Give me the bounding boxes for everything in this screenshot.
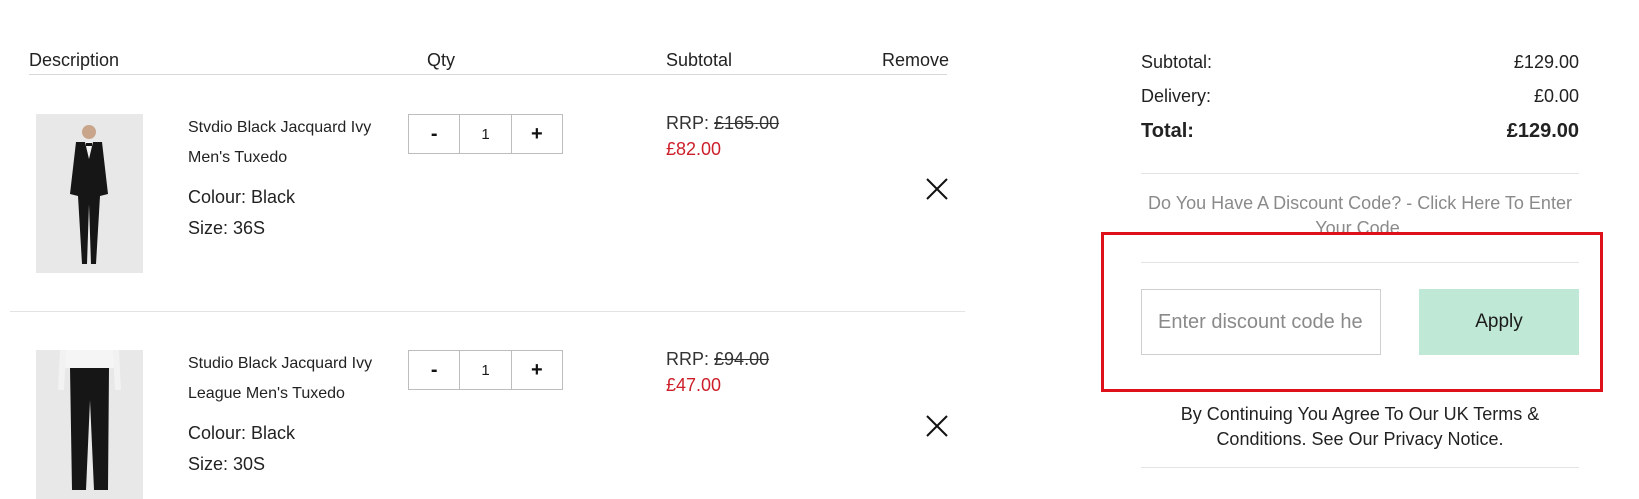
item-1-size: Size: 36S [188, 218, 266, 238]
summary-total-row: Total: £129.00 [1141, 120, 1579, 143]
header-subtotal: Subtotal [666, 50, 733, 70]
item-2-qty-stepper: - 1 + [408, 350, 563, 390]
item-1-name[interactable]: Stvdio Black Jacquard Ivy Men's Tuxedo [188, 113, 388, 173]
header-divider [29, 74, 947, 75]
item-1-qty-value[interactable]: 1 [459, 115, 512, 153]
item-2-rrp-price: £94.00 [714, 349, 770, 369]
item-1-rrp-label: RRP: [666, 113, 710, 133]
item-1-name-line1: Stvdio Black Jacquard Ivy [188, 119, 372, 136]
item-1-rrp: RRP: £165.00 [666, 113, 779, 134]
product-image-tuxedo-trousers[interactable] [36, 350, 143, 499]
item-2-qty-decrease-button[interactable]: - [409, 351, 459, 389]
item-2-name-line2: League Men's Tuxedo [188, 385, 345, 402]
summary-delivery-row: Delivery: £0.00 [1141, 86, 1579, 107]
item-2-name-line1: Studio Black Jacquard Ivy [188, 355, 373, 372]
summary-delivery-value: £0.00 [1533, 86, 1579, 106]
item-1-remove-icon[interactable] [925, 177, 949, 201]
item-2-rrp: RRP: £94.00 [666, 349, 769, 370]
summary-delivery-label: Delivery: [1141, 86, 1212, 106]
item-2-remove-icon[interactable] [925, 414, 949, 438]
item-1-name-line2: Men's Tuxedo [188, 149, 288, 166]
summary-subtotal-row: Subtotal: £129.00 [1141, 52, 1579, 73]
item-2-name[interactable]: Studio Black Jacquard Ivy League Men's T… [188, 349, 388, 409]
product-image-tuxedo-jacket[interactable] [36, 114, 143, 273]
summary-divider [1141, 173, 1579, 174]
summary-subtotal-label: Subtotal: [1141, 52, 1213, 72]
item-2-qty-value[interactable]: 1 [459, 351, 512, 389]
item-divider [10, 311, 965, 312]
terms-divider [1141, 467, 1579, 468]
summary-total-label: Total: [1141, 120, 1194, 142]
summary-subtotal-value: £129.00 [1513, 52, 1579, 72]
item-2-colour: Colour: Black [188, 423, 296, 443]
item-1-rrp-price: £165.00 [714, 113, 780, 133]
item-1-sale-price: £82.00 [666, 139, 722, 159]
item-2-sale-price: £47.00 [666, 375, 722, 395]
header-remove: Remove [882, 50, 950, 70]
summary-total-value: £129.00 [1506, 120, 1579, 142]
item-1-qty-stepper: - 1 + [408, 114, 563, 154]
item-1-qty-increase-button[interactable]: + [512, 115, 562, 153]
item-2-size: Size: 30S [188, 454, 266, 474]
item-1-colour: Colour: Black [188, 187, 296, 207]
highlight-box [1101, 232, 1603, 392]
terms-notice[interactable]: By Continuing You Agree To Our UK Terms … [1141, 402, 1579, 452]
item-1-qty-decrease-button[interactable]: - [409, 115, 459, 153]
item-2-qty-increase-button[interactable]: + [512, 351, 562, 389]
header-qty: Qty [427, 50, 456, 70]
header-description: Description [29, 50, 120, 70]
item-2-rrp-label: RRP: [666, 349, 710, 369]
